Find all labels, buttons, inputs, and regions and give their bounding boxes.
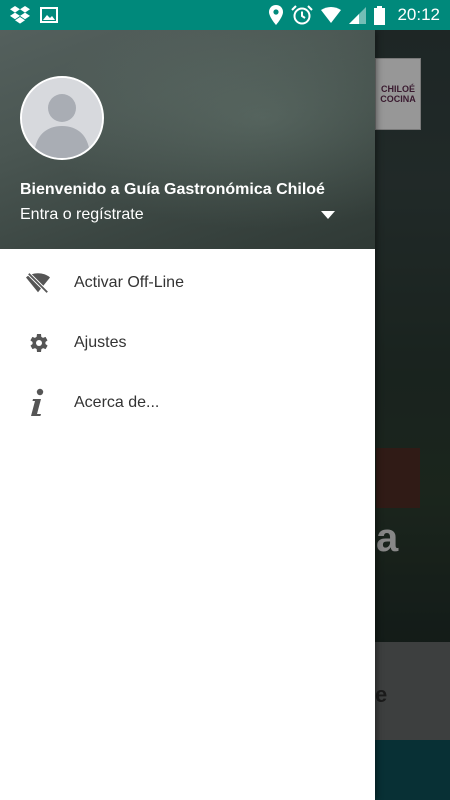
alarm-icon: [291, 5, 314, 25]
status-bar: 20:12: [0, 0, 450, 30]
location-icon: [269, 5, 284, 25]
account-switcher[interactable]: Entra o regístrate: [20, 206, 335, 224]
image-icon: [40, 7, 58, 23]
drawer-menu: Activar Off-Line Ajustes Acerca de...: [0, 249, 375, 433]
navigation-drawer: Bienvenido a Guía Gastronómica Chiloé En…: [0, 30, 375, 800]
menu-item-offline[interactable]: Activar Off-Line: [0, 253, 375, 313]
drawer-header: Bienvenido a Guía Gastronómica Chiloé En…: [0, 30, 375, 249]
menu-item-settings[interactable]: Ajustes: [0, 313, 375, 373]
battery-icon: [374, 5, 386, 25]
avatar[interactable]: [20, 76, 104, 160]
dropdown-arrow-icon[interactable]: [321, 206, 335, 224]
drawer-scrim[interactable]: [375, 30, 450, 800]
wifi-icon: [321, 7, 342, 23]
menu-item-label: Ajustes: [74, 334, 127, 351]
wifi-off-icon: [26, 271, 50, 295]
status-time: 20:12: [397, 5, 440, 24]
menu-item-label: Activar Off-Line: [74, 274, 184, 291]
default-avatar-icon: [22, 78, 102, 158]
account-label: Entra o regístrate: [20, 206, 144, 223]
gear-icon: [26, 331, 50, 355]
signal-icon: [349, 6, 367, 24]
menu-item-label: Acerca de...: [74, 394, 160, 411]
info-icon: [26, 388, 50, 416]
dropbox-icon: [10, 6, 30, 24]
welcome-text: Bienvenido a Guía Gastronómica Chiloé: [20, 181, 325, 198]
menu-item-about[interactable]: Acerca de...: [0, 373, 375, 433]
